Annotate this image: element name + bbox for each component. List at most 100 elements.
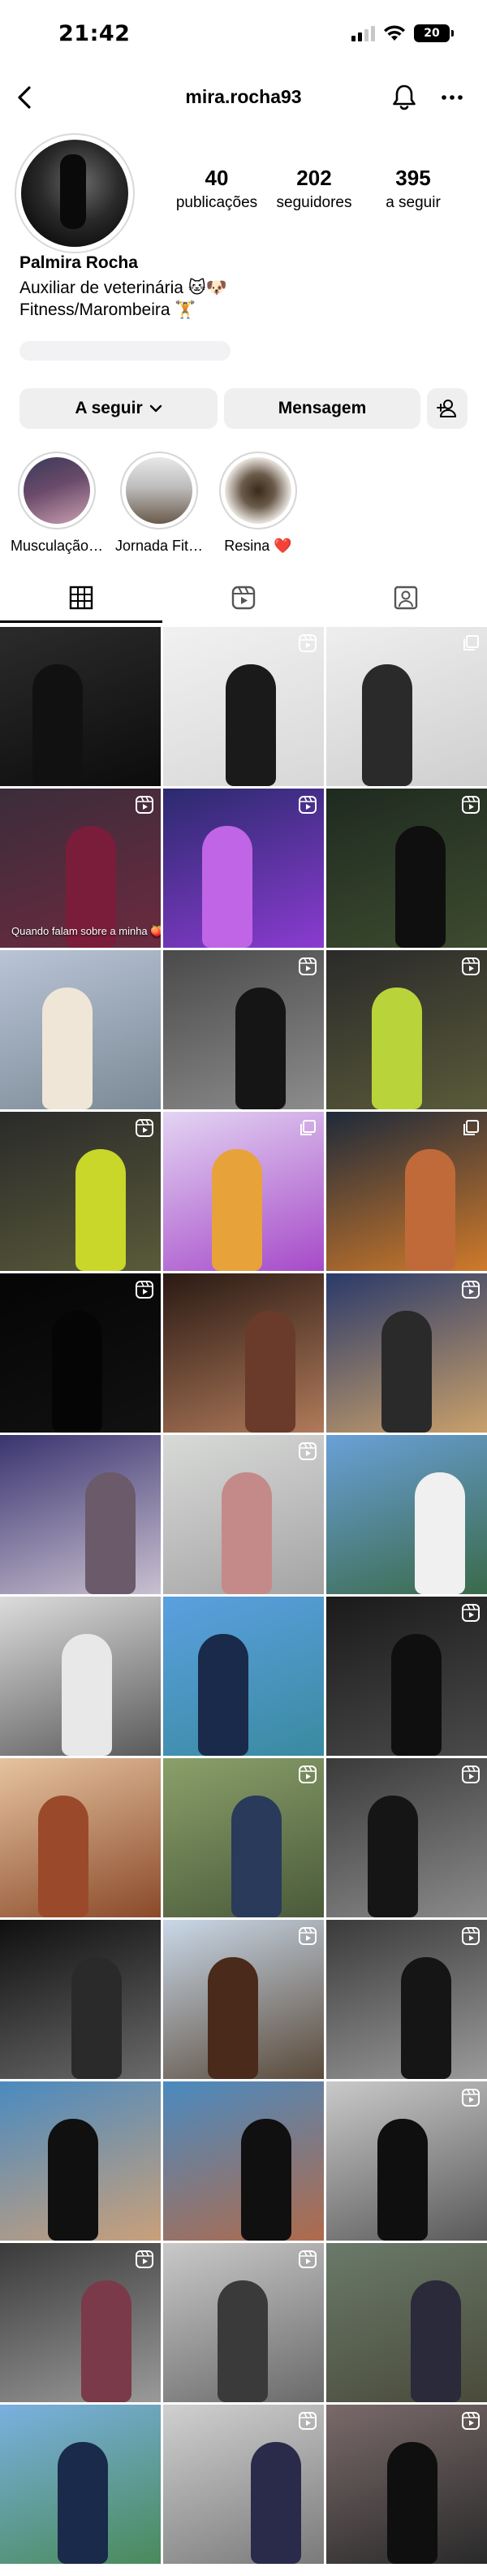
post-tile[interactable]	[163, 2243, 324, 2402]
chevron-down-icon	[149, 404, 162, 413]
post-tile[interactable]: Quando falam sobre a minha 🍑	[0, 789, 161, 948]
highlight-label: Resina ❤️	[224, 538, 292, 554]
stat-posts-label: publicações	[175, 194, 258, 211]
reel-icon	[135, 795, 154, 815]
bio-line-2: Fitness/Marombeira 🏋️	[19, 300, 196, 319]
post-tile[interactable]	[163, 1435, 324, 1594]
post-tile[interactable]	[163, 2405, 324, 2564]
post-tile[interactable]	[326, 2081, 487, 2241]
post-tile[interactable]	[326, 2243, 487, 2402]
reel-icon	[461, 2411, 481, 2431]
post-tile[interactable]	[0, 2081, 161, 2241]
bio-hidden-line	[19, 341, 231, 361]
post-tile[interactable]	[163, 1273, 324, 1433]
notifications-button[interactable]	[388, 81, 420, 114]
tab-reels[interactable]	[162, 570, 325, 625]
post-tile[interactable]	[163, 627, 324, 786]
post-thumbnail-subject	[48, 2119, 98, 2241]
post-thumbnail-subject	[75, 1149, 126, 1271]
reels-icon	[231, 586, 256, 610]
status-icons: 20	[351, 24, 454, 42]
post-tile[interactable]	[0, 950, 161, 1109]
post-thumbnail-subject	[52, 1311, 102, 1433]
reel-icon	[135, 1280, 154, 1299]
add-person-icon	[437, 400, 456, 417]
reel-icon	[298, 1441, 317, 1461]
post-tile[interactable]	[0, 1112, 161, 1271]
following-button[interactable]: A seguir	[19, 388, 218, 429]
highlight-label: Jornada Fit…	[114, 538, 204, 554]
reel-icon	[461, 1765, 481, 1784]
post-thumbnail-subject	[208, 1957, 258, 2079]
post-tile[interactable]	[163, 1920, 324, 2079]
post-tile[interactable]	[163, 1758, 324, 1917]
stat-posts[interactable]: 40 publicações	[164, 166, 269, 212]
post-thumbnail-subject	[368, 1796, 418, 1917]
post-thumbnail-subject	[362, 664, 412, 786]
highlight-resina[interactable]: Resina ❤️	[209, 452, 307, 555]
avatar[interactable]	[15, 133, 135, 253]
post-thumbnail-subject	[401, 1957, 451, 2079]
more-options-button[interactable]	[434, 81, 470, 114]
post-tile[interactable]	[0, 2243, 161, 2402]
more-dots-icon	[442, 95, 463, 100]
active-tab-indicator	[0, 620, 162, 623]
message-label: Mensagem	[278, 399, 367, 417]
post-tile[interactable]	[326, 1435, 487, 1594]
post-thumbnail-subject	[405, 1149, 455, 1271]
carousel-icon	[461, 1118, 481, 1138]
post-tile[interactable]	[326, 1273, 487, 1433]
bio-line-1: Auxiliar de veterinária 🐱🐶	[19, 279, 227, 297]
stat-following[interactable]: 395 a seguir	[360, 166, 466, 212]
signal-icon	[351, 25, 375, 41]
grid-icon	[69, 586, 93, 610]
content-tabs	[0, 570, 487, 625]
avatar-photo	[21, 140, 128, 247]
carousel-icon	[461, 633, 481, 653]
post-thumbnail-subject	[81, 2280, 131, 2402]
battery-level: 20	[424, 27, 440, 40]
post-tile[interactable]	[0, 1597, 161, 1756]
post-tile[interactable]	[163, 950, 324, 1109]
reel-icon	[298, 2250, 317, 2269]
post-tile[interactable]	[163, 789, 324, 948]
reel-icon	[461, 1280, 481, 1299]
post-thumbnail-subject	[395, 826, 446, 948]
post-tile[interactable]	[326, 950, 487, 1109]
post-thumbnail-subject	[222, 1472, 272, 1594]
post-tile[interactable]	[0, 1435, 161, 1594]
post-tile[interactable]	[0, 1273, 161, 1433]
post-tile[interactable]	[326, 1597, 487, 1756]
tab-posts-grid[interactable]	[0, 570, 162, 625]
post-tile[interactable]	[163, 1597, 324, 1756]
post-tile[interactable]	[326, 1112, 487, 1271]
highlight-musculacao[interactable]: Musculação…	[8, 452, 106, 555]
stat-followers-label: seguidores	[276, 194, 352, 211]
post-tile[interactable]	[0, 2405, 161, 2564]
reel-icon	[461, 1603, 481, 1623]
message-button[interactable]: Mensagem	[224, 388, 420, 429]
reel-icon	[461, 1926, 481, 1946]
post-tile[interactable]	[0, 1758, 161, 1917]
post-tile[interactable]	[163, 2081, 324, 2241]
post-tile[interactable]	[326, 627, 487, 786]
highlight-jornada-fit[interactable]: Jornada Fit…	[110, 452, 208, 555]
reel-icon	[135, 2250, 154, 2269]
post-tile[interactable]	[0, 1920, 161, 2079]
stat-followers[interactable]: 202 seguidores	[261, 166, 367, 212]
tab-tagged[interactable]	[325, 570, 487, 625]
post-tile[interactable]	[326, 789, 487, 948]
post-tile[interactable]	[326, 1758, 487, 1917]
post-tile[interactable]	[163, 1112, 324, 1271]
post-thumbnail-subject	[245, 1311, 295, 1433]
post-thumbnail-subject	[231, 1796, 282, 1917]
post-thumbnail-subject	[372, 988, 422, 1109]
suggested-accounts-button[interactable]	[427, 388, 468, 429]
stat-followers-value: 202	[296, 166, 332, 190]
post-tile[interactable]	[0, 627, 161, 786]
post-tile[interactable]	[326, 1920, 487, 2079]
post-thumbnail-subject	[387, 2442, 437, 2564]
post-thumbnail-subject	[212, 1149, 262, 1271]
post-thumbnail-subject	[202, 826, 252, 948]
post-tile[interactable]	[326, 2405, 487, 2564]
